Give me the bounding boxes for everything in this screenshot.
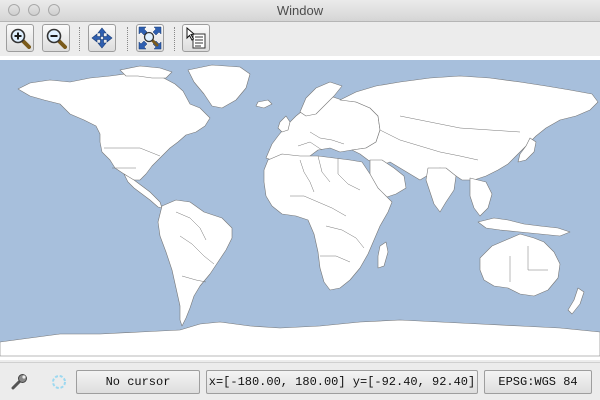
toolbar-separator [174,27,175,51]
title-bar: Window [0,0,600,22]
toolbar-separator [79,27,80,51]
cursor-position-field: No cursor [76,370,200,394]
zoom-extent-icon [138,26,162,50]
map-bounds-field: x=[-180.00, 180.00] y=[-92.40, 92.40] [206,370,478,394]
toolbar-separator [127,27,128,51]
pan-arrows-icon [91,27,113,49]
zoom-in-icon [10,28,31,49]
info-button[interactable] [182,24,210,52]
map-canvas[interactable] [0,56,600,360]
pan-button[interactable] [88,24,116,52]
toolbar [0,22,600,56]
zoom-in-button[interactable] [6,24,34,52]
crs-field[interactable]: EPSG:WGS 84 [484,370,592,394]
activity-indicator-icon [52,375,66,389]
info-cursor-icon [186,27,206,49]
status-bar: No cursor x=[-180.00, 180.00] y=[-92.40,… [0,362,600,400]
zoom-full-extent-button[interactable] [136,24,164,52]
world-map[interactable] [0,56,600,360]
wrench-icon[interactable] [10,372,30,392]
zoom-out-icon [46,28,67,49]
window-title: Window [276,3,324,18]
zoom-out-button[interactable] [42,24,70,52]
